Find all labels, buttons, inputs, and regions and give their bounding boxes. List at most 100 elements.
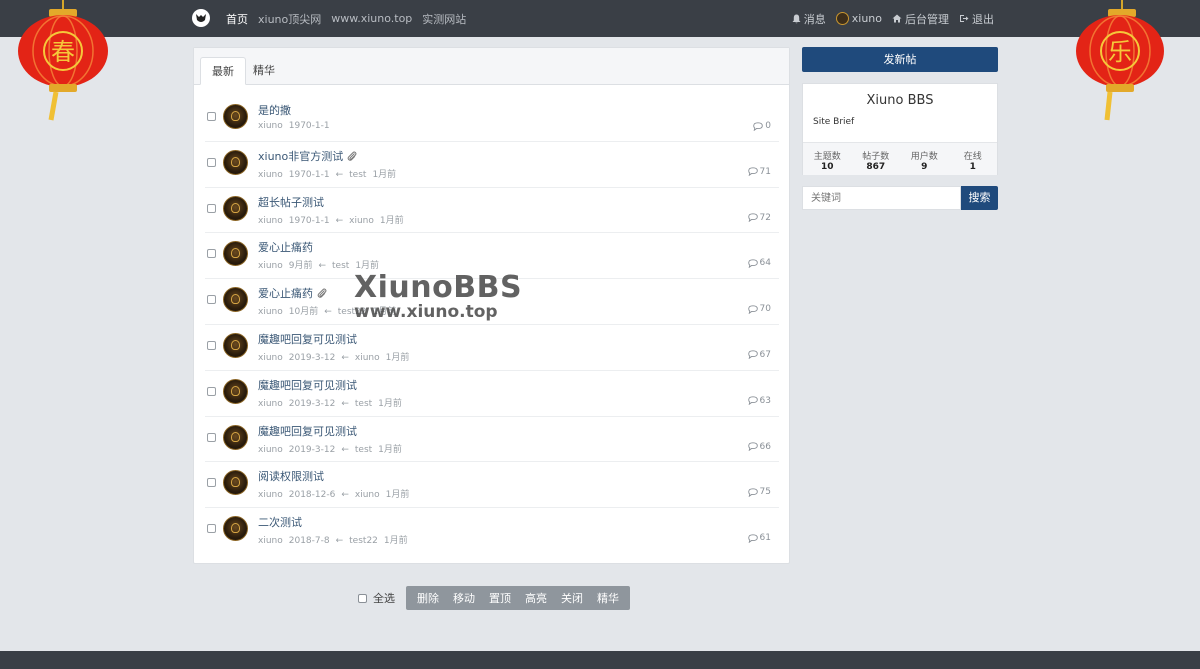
new-post-button[interactable]: 发新帖: [802, 47, 998, 72]
thread-author[interactable]: xiuno: [258, 261, 283, 271]
thread-checkbox[interactable]: [207, 157, 216, 167]
thread-author[interactable]: xiuno: [258, 216, 283, 226]
thread-checkbox[interactable]: [207, 386, 216, 396]
reply-arrow: ←: [341, 444, 349, 455]
avatar[interactable]: [223, 378, 248, 404]
thread-last-user[interactable]: test: [332, 261, 349, 271]
avatar[interactable]: [223, 470, 248, 496]
avatar[interactable]: [223, 332, 248, 358]
move-button[interactable]: 移动: [446, 590, 482, 606]
thread-title-link[interactable]: 魔趣吧回复可见测试: [258, 331, 357, 347]
admin-link[interactable]: 后台管理: [892, 11, 949, 27]
thread-row[interactable]: 魔趣吧回复可见测试 xiuno 2019-3-12 ← test 1月前 66: [205, 417, 779, 463]
reply-count: 70: [747, 304, 771, 314]
thread-meta: xiuno 2018-12-6 ← xiuno 1月前: [258, 487, 415, 500]
thread-row[interactable]: 二次测试 xiuno 2018-7-8 ← test22 1月前 61: [205, 508, 779, 554]
thread-row[interactable]: 阅读权限测试 xiuno 2018-12-6 ← xiuno 1月前 75: [205, 462, 779, 509]
avatar[interactable]: [223, 241, 248, 267]
logout-link[interactable]: 退出: [959, 11, 994, 27]
avatar[interactable]: [223, 287, 248, 313]
nav-test-site[interactable]: 实测网站: [422, 11, 466, 27]
search-button[interactable]: 搜索: [961, 186, 998, 210]
thread-author[interactable]: xiuno: [258, 536, 283, 546]
thread-title-link[interactable]: 魔趣吧回复可见测试: [258, 423, 357, 439]
highlight-button[interactable]: 高亮: [518, 590, 554, 606]
messages-link[interactable]: 消息: [792, 11, 826, 27]
stat-value: 1: [969, 162, 976, 172]
tab-digest[interactable]: 精华: [242, 57, 286, 85]
thread-date: 2018-12-6: [288, 490, 336, 501]
thread-author[interactable]: xiuno: [258, 353, 283, 363]
thread-last-time: 1月前: [383, 536, 408, 547]
nav-xiuno-url[interactable]: www.xiuno.top: [331, 12, 412, 25]
reply-count: 71: [747, 166, 771, 177]
user-menu[interactable]: xiuno: [835, 12, 882, 25]
thread-row[interactable]: xiuno非官方测试 xiuno 1970-1-1 ← test 1月前 71: [205, 142, 779, 188]
site-name: Xiuno BBS: [866, 93, 934, 108]
avatar[interactable]: [223, 424, 248, 450]
reply-count-value: 0: [765, 121, 771, 131]
digest-button[interactable]: 精华: [590, 590, 626, 606]
thread-title-link[interactable]: 阅读权限测试: [258, 468, 324, 484]
thread-last-user[interactable]: test: [355, 445, 372, 455]
thread-title: 阅读权限测试: [258, 470, 324, 484]
nav-xiuno-top[interactable]: xiuno顶尖网: [258, 11, 321, 27]
thread-row[interactable]: 魔趣吧回复可见测试 xiuno 2019-3-12 ← test 1月前 63: [205, 371, 779, 417]
thread-row[interactable]: 是的撒 xiuno 1970-1-1 0: [205, 96, 779, 142]
reply-count-value: 71: [759, 166, 771, 177]
thread-title-link[interactable]: 超长帖子测试: [258, 194, 324, 210]
thread-author[interactable]: xiuno: [258, 121, 283, 131]
avatar[interactable]: [223, 195, 248, 221]
thread-last-user[interactable]: xiuno: [355, 353, 380, 363]
nav-home[interactable]: 首页: [226, 11, 248, 27]
thread-title-link[interactable]: xiuno非官方测试: [258, 148, 357, 164]
thread-last-user[interactable]: test22: [349, 536, 378, 546]
thread-title-link[interactable]: 是的撒: [258, 102, 291, 118]
comment-icon: [747, 305, 758, 314]
thread-title-link[interactable]: 魔趣吧回复可见测试: [258, 377, 357, 393]
close-button[interactable]: 关闭: [554, 590, 590, 606]
select-all[interactable]: 全选: [358, 590, 395, 606]
thread-author[interactable]: xiuno: [258, 399, 283, 409]
thread-checkbox[interactable]: [207, 340, 216, 350]
avatar[interactable]: [223, 104, 248, 129]
thread-checkbox[interactable]: [207, 478, 216, 488]
avatar: [835, 12, 849, 25]
thread-title-link[interactable]: 二次测试: [258, 514, 302, 530]
thread-last-user[interactable]: test: [355, 399, 372, 409]
thread-checkbox[interactable]: [207, 295, 216, 305]
thread-author[interactable]: xiuno: [258, 170, 283, 180]
delete-button[interactable]: 删除: [410, 590, 446, 606]
lantern-right-icon: 乐: [1076, 0, 1164, 121]
thread-row[interactable]: 超长帖子测试 xiuno 1970-1-1 ← xiuno 1月前 72: [205, 188, 779, 234]
footer: [0, 651, 1200, 669]
thread-last-user[interactable]: xiuno: [349, 216, 374, 226]
logo-icon[interactable]: [192, 9, 210, 27]
top-button[interactable]: 置顶: [482, 590, 518, 606]
thread-checkbox[interactable]: [207, 203, 216, 213]
thread-title-link[interactable]: 爱心止痛药: [258, 239, 313, 255]
thread-last-user[interactable]: test: [349, 170, 366, 180]
thread-checkbox[interactable]: [207, 112, 216, 121]
thread-author[interactable]: xiuno: [258, 307, 283, 317]
avatar[interactable]: [223, 149, 248, 175]
site-stats: 主题数 10 帖子数 867 用户数 9 在线 1: [803, 142, 997, 175]
thread-meta: xiuno 2018-7-8 ← test22 1月前: [258, 533, 414, 546]
select-all-checkbox[interactable]: [358, 593, 367, 603]
avatar[interactable]: [223, 516, 248, 542]
stat-value: 10: [820, 162, 834, 172]
tab-latest[interactable]: 最新: [200, 57, 246, 85]
search-input[interactable]: [802, 186, 961, 210]
thread-title-link[interactable]: 爱心止痛药: [258, 285, 327, 301]
reply-count-value: 63: [759, 395, 771, 406]
reply-count-value: 61: [759, 533, 771, 544]
thread-author[interactable]: xiuno: [258, 445, 283, 455]
thread-checkbox[interactable]: [207, 524, 216, 534]
thread-last-user[interactable]: xiuno: [355, 490, 380, 500]
reply-arrow: ←: [341, 352, 349, 363]
thread-title: 超长帖子测试: [258, 195, 324, 209]
thread-author[interactable]: xiuno: [258, 490, 283, 500]
thread-checkbox[interactable]: [207, 249, 216, 259]
thread-row[interactable]: 魔趣吧回复可见测试 xiuno 2019-3-12 ← xiuno 1月前 67: [205, 325, 779, 371]
thread-checkbox[interactable]: [207, 432, 216, 442]
